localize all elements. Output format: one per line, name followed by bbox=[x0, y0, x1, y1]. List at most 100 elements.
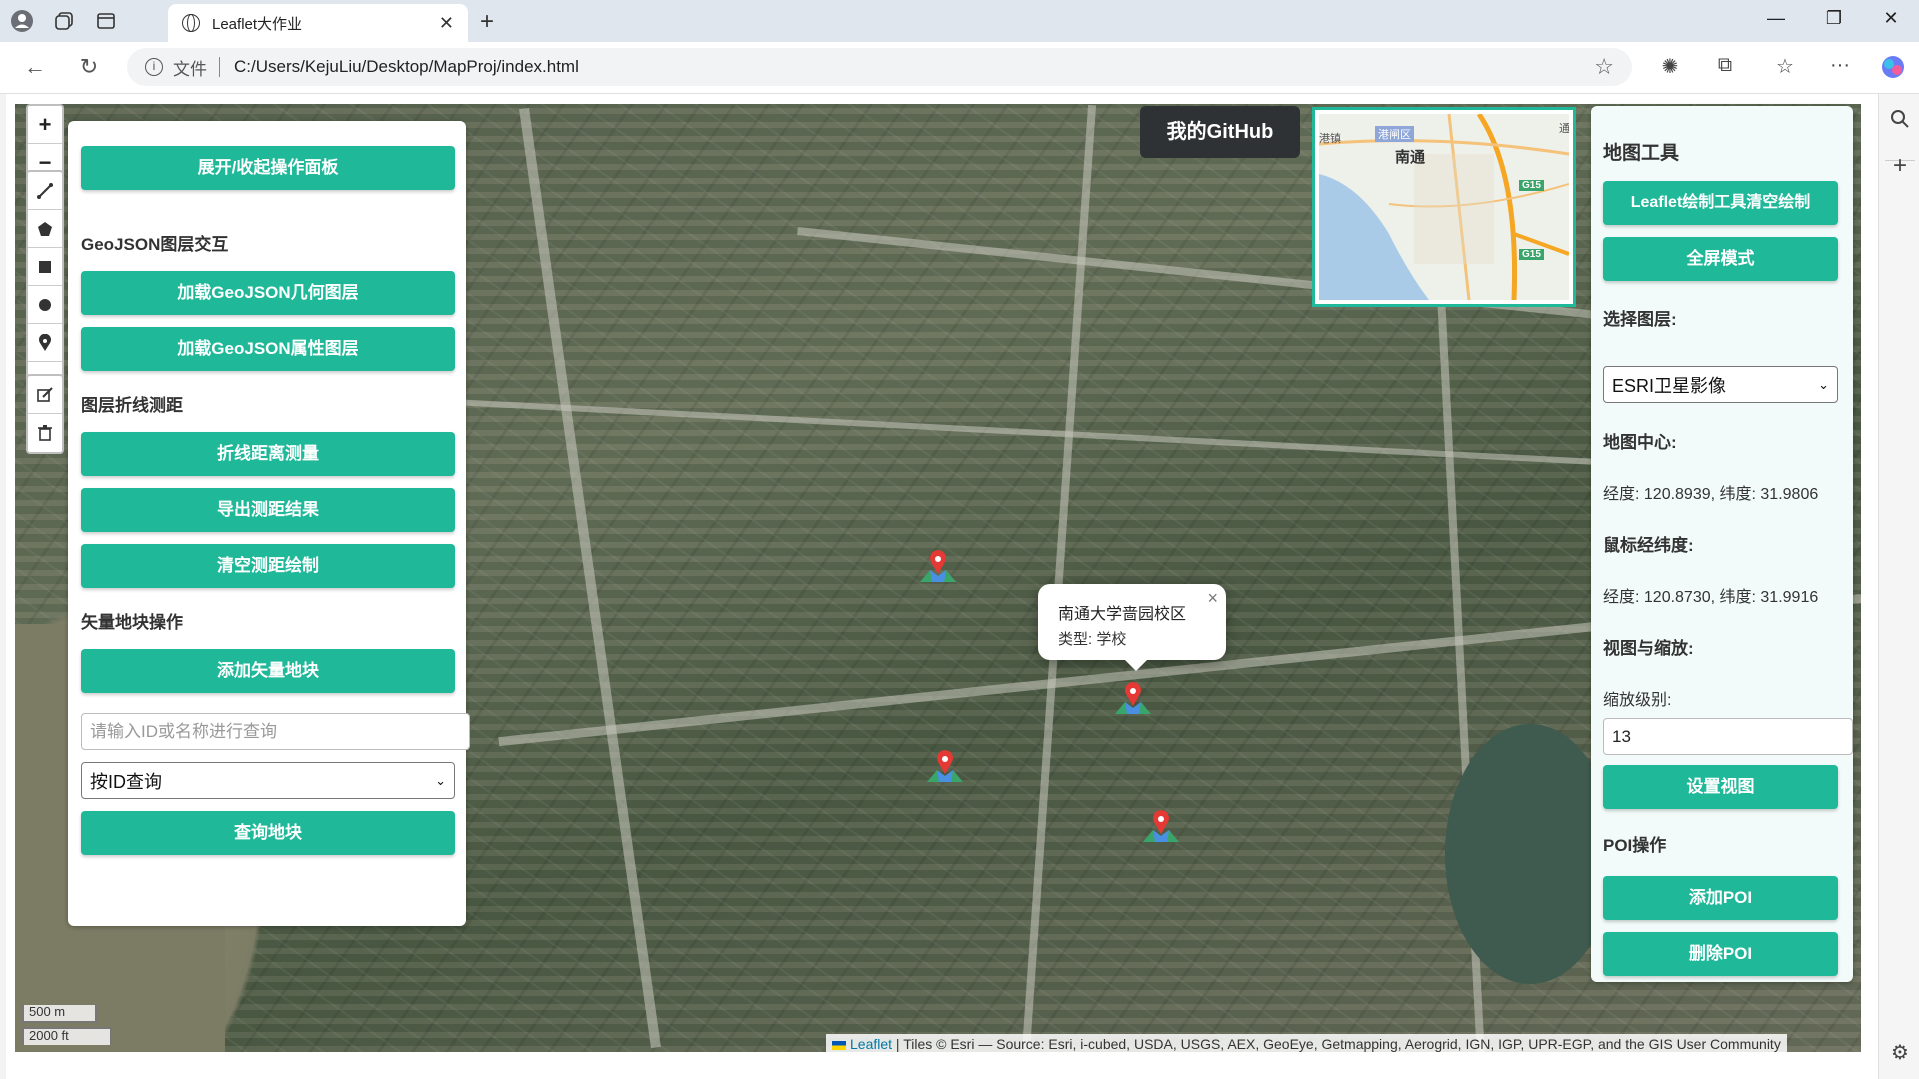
road bbox=[1021, 104, 1097, 1052]
copilot-icon[interactable] bbox=[1878, 54, 1908, 82]
tab-title: Leaflet大作业 bbox=[212, 15, 303, 33]
mouse-coords-label: 鼠标经纬度: bbox=[1603, 536, 1694, 555]
draw-circle-icon[interactable] bbox=[28, 286, 62, 324]
draw-polygon-icon[interactable] bbox=[28, 210, 62, 248]
clear-draw-button[interactable]: Leaflet绘制工具清空绘制 bbox=[1603, 181, 1838, 225]
lake bbox=[1445, 724, 1615, 984]
fullscreen-button[interactable]: 全屏模式 bbox=[1603, 237, 1838, 281]
chevron-down-icon: ⌄ bbox=[1818, 376, 1829, 392]
map-tools-panel: 地图工具 Leaflet绘制工具清空绘制 全屏模式 选择图层: ESRI卫星影像… bbox=[1591, 106, 1853, 982]
draw-toolbar bbox=[26, 170, 64, 402]
address-bar: ← ↻ i 文件 C:/Users/KejuLiu/Desktop/MapPro… bbox=[0, 42, 1919, 94]
mouse-coords-value: 经度: 120.8730, 纬度: 31.9916 bbox=[1603, 589, 1819, 606]
new-tab-icon[interactable]: + bbox=[480, 8, 494, 36]
measure-heading: 图层折线测距 bbox=[81, 396, 183, 415]
zoom-level-input[interactable]: 13 bbox=[1603, 718, 1853, 755]
favorite-star-icon[interactable]: ☆ bbox=[1594, 54, 1614, 80]
load-geojson-geometry-button[interactable]: 加载GeoJSON几何图层 bbox=[81, 271, 455, 315]
globe-icon bbox=[182, 14, 200, 32]
workspaces-icon[interactable] bbox=[52, 9, 76, 33]
github-link[interactable]: 我的GitHub bbox=[1140, 106, 1300, 158]
polyline-measure-button[interactable]: 折线距离测量 bbox=[81, 432, 455, 476]
clear-measure-button[interactable]: 清空测距绘制 bbox=[81, 544, 455, 588]
draw-marker-icon[interactable] bbox=[28, 324, 62, 362]
query-parcel-button[interactable]: 查询地块 bbox=[81, 811, 455, 855]
view-zoom-label: 视图与缩放: bbox=[1603, 639, 1694, 658]
minimap-district-label: 港闸区 bbox=[1375, 126, 1414, 142]
zoom-in-button[interactable]: + bbox=[28, 106, 62, 144]
close-tab-icon[interactable]: ✕ bbox=[439, 13, 454, 34]
scale-imperial: 2000 ft bbox=[22, 1027, 112, 1045]
layer-label: 选择图层: bbox=[1603, 310, 1677, 329]
edit-toolbar bbox=[26, 374, 64, 454]
set-view-button[interactable]: 设置视图 bbox=[1603, 765, 1838, 809]
popup-close-icon[interactable]: × bbox=[1207, 588, 1218, 609]
settings-gear-icon[interactable]: ⚙ bbox=[1887, 1040, 1913, 1066]
parcel-query-input[interactable]: 请输入ID或名称进行查询 bbox=[81, 713, 470, 750]
chevron-down-icon: ⌄ bbox=[435, 772, 446, 788]
more-menu-icon[interactable]: ··· bbox=[1825, 54, 1855, 82]
load-geojson-attribute-button[interactable]: 加载GeoJSON属性图层 bbox=[81, 327, 455, 371]
search-icon[interactable] bbox=[1887, 108, 1913, 134]
minimap-highway-label: G15 bbox=[1519, 180, 1544, 191]
poi-popup: 南通大学啬园校区 类型: 学校 × bbox=[1038, 584, 1226, 660]
leaflet-link[interactable]: Leaflet bbox=[850, 1036, 892, 1052]
edit-layers-icon[interactable] bbox=[28, 376, 62, 414]
attribution-text: | Tiles © Esri — Source: Esri, i-cubed, … bbox=[892, 1036, 1781, 1052]
close-window-icon[interactable]: ✕ bbox=[1876, 8, 1906, 29]
popup-title: 南通大学啬园校区 bbox=[1058, 606, 1187, 623]
layer-select-value: ESRI卫星影像 bbox=[1612, 375, 1727, 396]
delete-layers-icon[interactable] bbox=[28, 414, 62, 452]
poi-marker-icon[interactable] bbox=[1141, 806, 1181, 846]
minimap-canvas: 港闸区 南通 港镇 通 G15 G15 bbox=[1319, 114, 1569, 300]
scale-metric: 500 m bbox=[22, 1005, 97, 1023]
toggle-panel-button[interactable]: 展开/收起操作面板 bbox=[81, 146, 455, 190]
ukraine-flag-icon bbox=[832, 1040, 846, 1050]
extension-icon[interactable]: ✺ bbox=[1655, 54, 1685, 82]
minimap-edge-label: 通 bbox=[1559, 123, 1569, 135]
popup-tip bbox=[1124, 659, 1148, 671]
add-poi-button[interactable]: 添加POI bbox=[1603, 876, 1838, 920]
add-sidebar-icon[interactable]: + bbox=[1887, 152, 1913, 179]
file-label: 文件 bbox=[173, 59, 207, 79]
poi-marker-icon[interactable] bbox=[925, 746, 965, 786]
center-value: 经度: 120.8939, 纬度: 31.9806 bbox=[1603, 486, 1819, 503]
add-vector-parcel-button[interactable]: 添加矢量地块 bbox=[81, 649, 455, 693]
minimize-icon[interactable]: — bbox=[1761, 8, 1791, 29]
vector-heading: 矢量地块操作 bbox=[81, 613, 183, 632]
browser-tabbar: Leaflet大作业 ✕ + — ❐ ✕ bbox=[0, 0, 1919, 42]
zoom-level-label: 缩放级别: bbox=[1603, 692, 1672, 709]
minimap-edge-label: 港镇 bbox=[1319, 133, 1341, 145]
export-measure-button[interactable]: 导出测距结果 bbox=[81, 488, 455, 532]
poi-marker-icon[interactable] bbox=[1113, 678, 1153, 718]
extensions-puzzle-icon[interactable]: ⧉ bbox=[1710, 54, 1740, 82]
geojson-heading: GeoJSON图层交互 bbox=[81, 235, 229, 254]
minimap-highway-label: G15 bbox=[1519, 249, 1544, 260]
info-icon[interactable]: i bbox=[145, 58, 163, 76]
query-mode-select[interactable]: 按ID查询 ⌄ bbox=[81, 762, 455, 799]
restore-icon[interactable]: ❐ bbox=[1819, 8, 1849, 29]
active-tab[interactable]: Leaflet大作业 ✕ bbox=[168, 4, 468, 42]
layer-select[interactable]: ESRI卫星影像 ⌄ bbox=[1603, 366, 1838, 403]
poi-marker-icon[interactable] bbox=[918, 546, 958, 586]
profile-icon[interactable] bbox=[10, 9, 34, 33]
url-text[interactable]: C:/Users/KejuLiu/Desktop/MapProj/index.h… bbox=[234, 57, 1594, 77]
tools-title: 地图工具 bbox=[1603, 143, 1680, 164]
delete-poi-button[interactable]: 删除POI bbox=[1603, 932, 1838, 976]
back-icon[interactable]: ← bbox=[20, 54, 50, 80]
draw-rectangle-icon[interactable] bbox=[28, 248, 62, 286]
operation-panel: 展开/收起操作面板 GeoJSON图层交互 加载GeoJSON几何图层 加载Ge… bbox=[68, 121, 470, 926]
map-attribution: Leaflet | Tiles © Esri — Source: Esri, i… bbox=[826, 1034, 1787, 1056]
popup-type: 类型: 学校 bbox=[1058, 631, 1127, 648]
draw-polyline-icon[interactable] bbox=[28, 172, 62, 210]
minimap-city-label: 南通 bbox=[1395, 149, 1426, 166]
reload-icon[interactable]: ↻ bbox=[74, 54, 104, 80]
url-bar[interactable]: i 文件 C:/Users/KejuLiu/Desktop/MapProj/in… bbox=[127, 48, 1632, 86]
vertical-tabs-icon[interactable] bbox=[94, 9, 118, 33]
divider bbox=[219, 57, 220, 77]
favorites-icon[interactable]: ☆ bbox=[1770, 54, 1800, 82]
minimap[interactable]: 港闸区 南通 港镇 通 G15 G15 bbox=[1312, 107, 1576, 307]
query-mode-value: 按ID查询 bbox=[90, 771, 162, 792]
poi-label: POI操作 bbox=[1603, 836, 1667, 855]
road bbox=[519, 107, 661, 1049]
